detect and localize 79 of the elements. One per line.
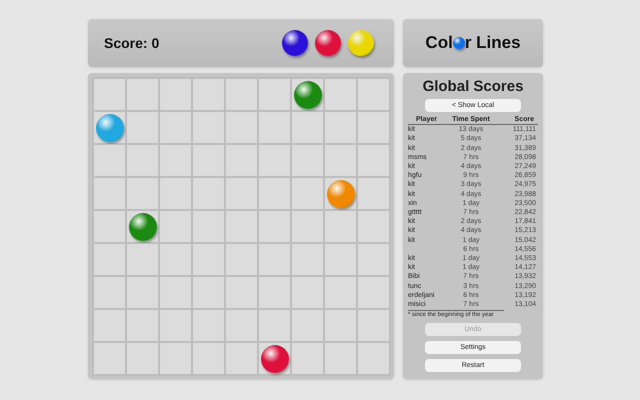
board-cell[interactable] (258, 309, 291, 342)
board-cell[interactable] (258, 144, 291, 177)
board-cell[interactable] (192, 210, 225, 243)
board-cell[interactable] (357, 276, 390, 309)
board-cell[interactable] (93, 243, 126, 276)
board-cell[interactable] (324, 309, 357, 342)
board-cell[interactable] (225, 309, 258, 342)
board-cell[interactable] (192, 243, 225, 276)
board-cell[interactable] (192, 78, 225, 111)
board-cell[interactable] (93, 309, 126, 342)
board-cell[interactable] (357, 111, 390, 144)
board-cell[interactable] (258, 111, 291, 144)
board-cell[interactable] (258, 210, 291, 243)
board-cell[interactable] (324, 111, 357, 144)
board-cell[interactable] (126, 243, 159, 276)
board-cell[interactable] (357, 78, 390, 111)
board-cell[interactable] (324, 342, 357, 375)
board-cell[interactable] (93, 342, 126, 375)
board-cell[interactable] (159, 243, 192, 276)
board-cell[interactable] (159, 276, 192, 309)
board-cell[interactable] (159, 210, 192, 243)
board-cell[interactable] (126, 177, 159, 210)
board-cell[interactable] (357, 177, 390, 210)
board-cell[interactable] (93, 177, 126, 210)
board-cell[interactable] (225, 276, 258, 309)
board-cell[interactable] (324, 210, 357, 243)
board-cell[interactable] (192, 111, 225, 144)
scores-title: Global Scores (422, 77, 524, 97)
logo-text: Col r Lines (425, 32, 521, 54)
board-cell[interactable] (357, 342, 390, 375)
board-cell[interactable] (258, 243, 291, 276)
board-cell[interactable] (324, 243, 357, 276)
board-cell[interactable] (357, 144, 390, 177)
board-cell[interactable] (225, 342, 258, 375)
board-cell[interactable] (192, 144, 225, 177)
board-cell[interactable] (291, 177, 324, 210)
board-cell[interactable] (291, 342, 324, 375)
board-cell[interactable] (192, 276, 225, 309)
board-cell[interactable] (357, 309, 390, 342)
board-cell[interactable] (93, 78, 126, 111)
board-cell[interactable] (324, 144, 357, 177)
board-cell[interactable] (225, 111, 258, 144)
board-cell[interactable] (291, 144, 324, 177)
board-cell[interactable] (192, 309, 225, 342)
board-cell[interactable] (126, 276, 159, 309)
board-cell[interactable] (225, 144, 258, 177)
score-label: Score: 0 (104, 34, 160, 52)
board-cell[interactable] (225, 243, 258, 276)
board-cell[interactable] (258, 78, 291, 111)
board-cell[interactable] (291, 309, 324, 342)
board-cell[interactable] (93, 144, 126, 177)
board-cell[interactable] (159, 177, 192, 210)
board-cell[interactable] (324, 276, 357, 309)
board-cell[interactable] (93, 276, 126, 309)
board-cell[interactable] (258, 276, 291, 309)
board-cell[interactable] (291, 210, 324, 243)
board-cell[interactable] (291, 111, 324, 144)
board-cell[interactable] (324, 78, 357, 111)
board-cell[interactable] (357, 210, 390, 243)
board-cell[interactable] (291, 243, 324, 276)
board-cell[interactable] (159, 342, 192, 375)
board-cell[interactable] (126, 78, 159, 111)
board-cell[interactable] (159, 144, 192, 177)
board-cell[interactable] (225, 78, 258, 111)
board-cell[interactable] (357, 243, 390, 276)
board-cell[interactable] (258, 177, 291, 210)
board-cell[interactable] (126, 342, 159, 375)
board-cell[interactable] (225, 210, 258, 243)
board-cell[interactable] (159, 111, 192, 144)
board-cell[interactable] (126, 111, 159, 144)
board-cell[interactable] (126, 309, 159, 342)
board-cell[interactable] (159, 309, 192, 342)
board-cell[interactable] (159, 78, 192, 111)
board-cell[interactable] (93, 210, 126, 243)
board-cell[interactable] (192, 177, 225, 210)
board-cell[interactable] (192, 342, 225, 375)
board-cell[interactable] (126, 144, 159, 177)
board-cell[interactable] (225, 177, 258, 210)
board-cell[interactable] (291, 276, 324, 309)
